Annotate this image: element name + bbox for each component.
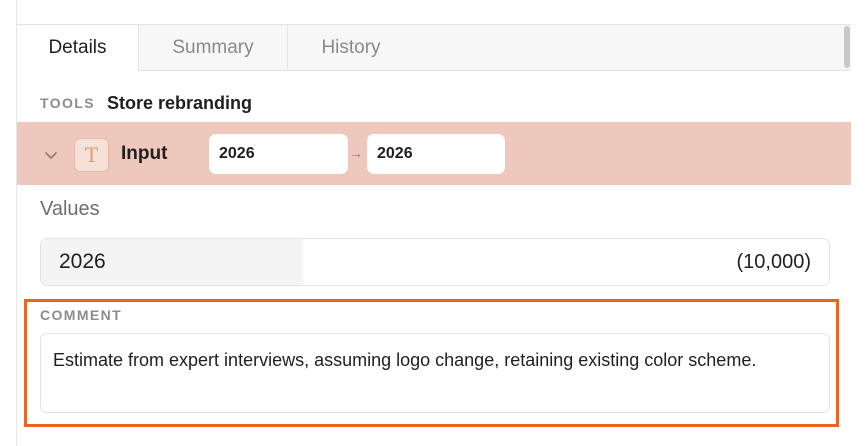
comment-label: COMMENT bbox=[40, 307, 123, 323]
text-type-icon: T bbox=[74, 138, 109, 172]
tab-details[interactable]: Details bbox=[17, 25, 139, 71]
chevron-down-icon[interactable] bbox=[42, 146, 60, 164]
values-heading: Values bbox=[40, 198, 100, 220]
detail-panel: Details Summary History TOOLS Store rebr… bbox=[0, 0, 867, 446]
breadcrumb-title: Store rebranding bbox=[106, 92, 252, 113]
to-value-field[interactable]: 2026 bbox=[367, 134, 505, 174]
comment-field[interactable]: Estimate from expert interviews, assumin… bbox=[40, 333, 830, 413]
from-value-field[interactable]: 2026 bbox=[209, 134, 348, 174]
arrow-right-icon: → bbox=[349, 145, 363, 161]
scrollbar[interactable] bbox=[844, 26, 850, 68]
tab-summary[interactable]: Summary bbox=[139, 25, 288, 71]
breadcrumb-category: TOOLS bbox=[40, 95, 95, 111]
tab-history[interactable]: History bbox=[288, 25, 414, 71]
values-amount: (10,000) bbox=[736, 250, 812, 273]
breadcrumb: TOOLS Store rebranding bbox=[40, 91, 252, 115]
values-year: 2026 bbox=[41, 239, 303, 285]
tab-bar: Details Summary History bbox=[17, 24, 851, 71]
input-row-label: Input bbox=[121, 143, 168, 164]
values-row[interactable]: 2026 (10,000) bbox=[40, 238, 830, 286]
